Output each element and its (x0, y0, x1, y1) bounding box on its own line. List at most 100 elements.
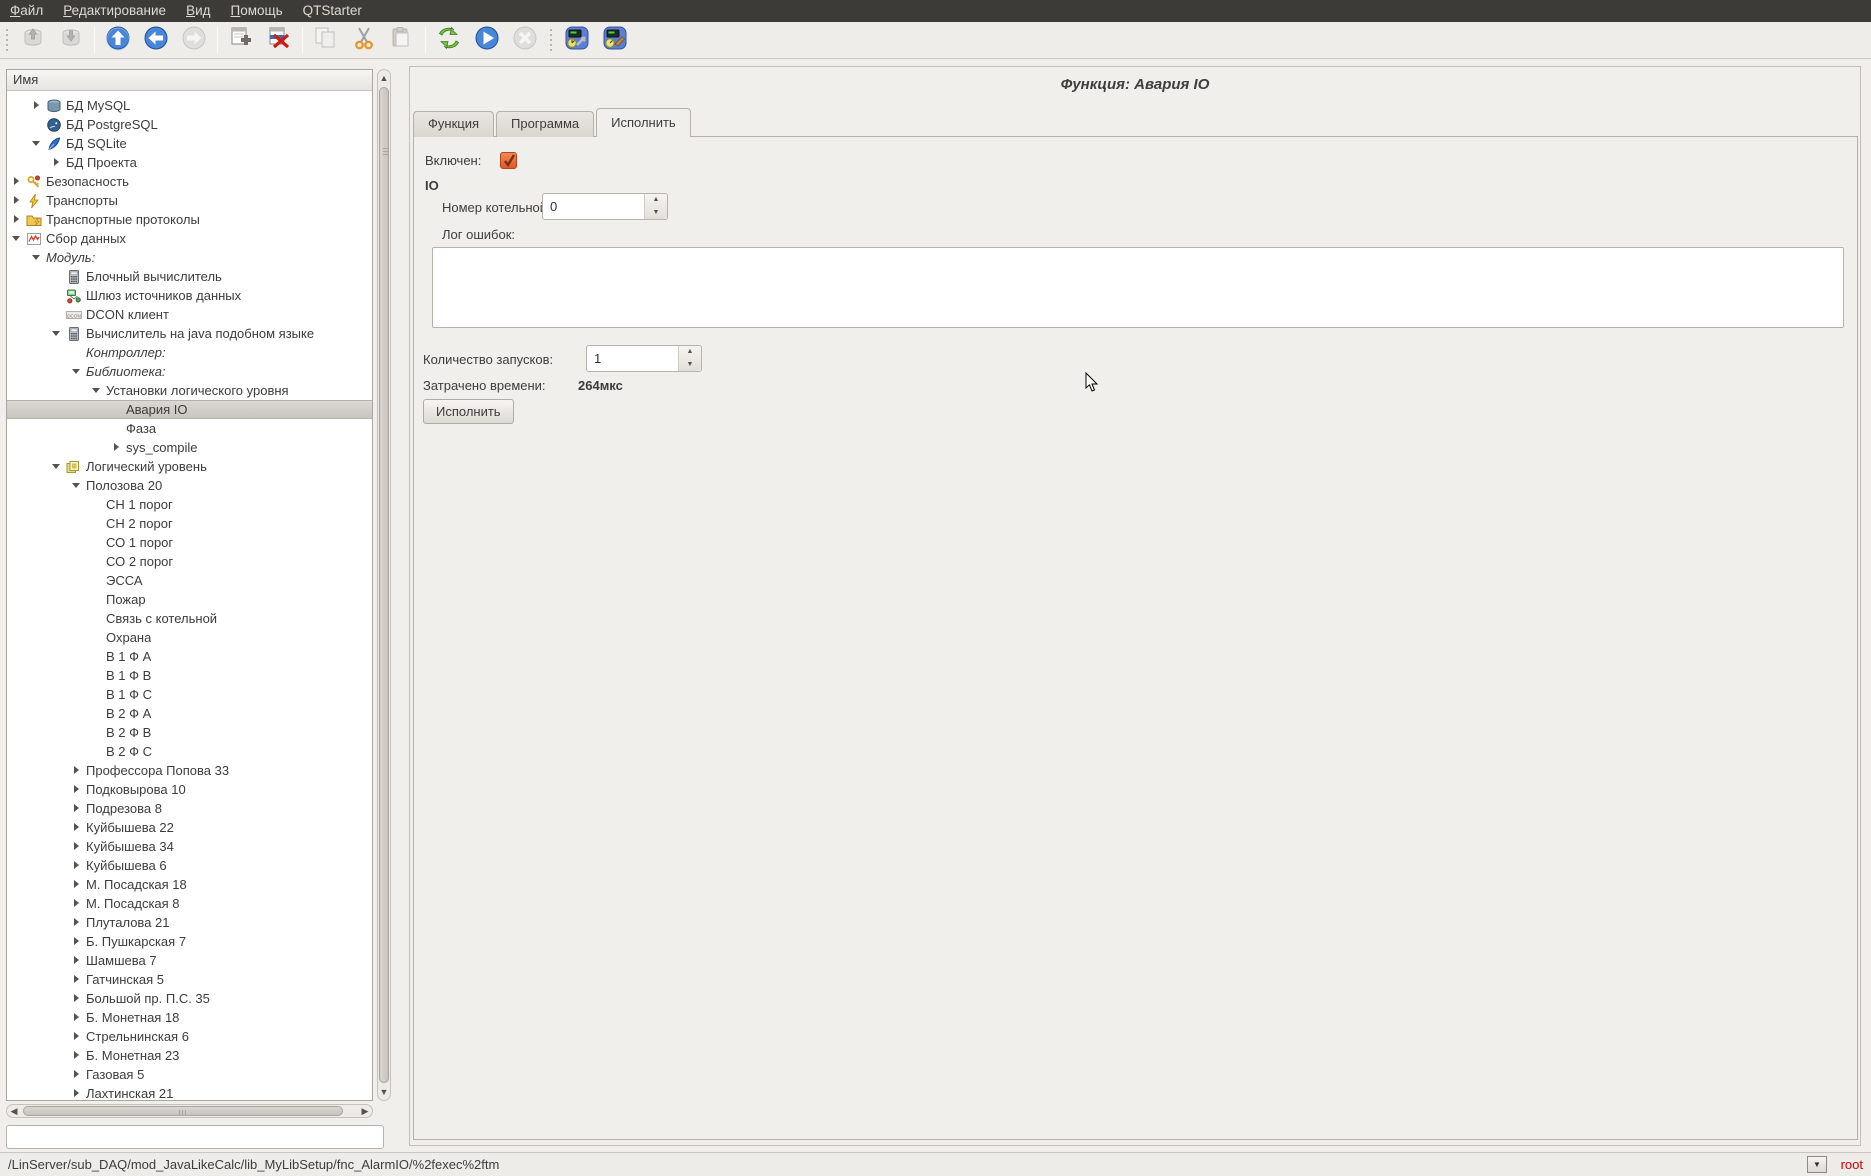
tree-item[interactable]: Профессора Попова 33 (7, 761, 372, 780)
expand-icon[interactable] (71, 761, 86, 780)
tree-item[interactable]: В 1 Ф С (7, 685, 372, 704)
tree-item[interactable]: Б. Пушкарская 7 (7, 932, 372, 951)
start-updating-button[interactable] (472, 25, 502, 55)
expand-icon[interactable] (71, 1084, 86, 1100)
collapse-icon[interactable] (31, 134, 46, 153)
tree-item[interactable]: Шамшева 7 (7, 951, 372, 970)
tree-filter-input[interactable] (6, 1125, 384, 1149)
tree-item[interactable]: В 2 Ф С (7, 742, 372, 761)
tree-item[interactable]: Контроллер: (7, 343, 372, 362)
cut-item-button[interactable] (349, 25, 379, 55)
tree-item[interactable]: Большой пр. П.С. 35 (7, 989, 372, 1008)
expand-icon[interactable] (11, 172, 26, 191)
scroll-right-icon[interactable]: ▶ (358, 1105, 372, 1117)
tree-item[interactable]: М. Посадская 8 (7, 894, 372, 913)
collapse-icon[interactable] (71, 362, 86, 381)
tree-item[interactable]: Гатчинская 5 (7, 970, 372, 989)
expand-icon[interactable] (71, 799, 86, 818)
collapse-icon[interactable] (11, 229, 26, 248)
tree-item[interactable]: Б. Монетная 18 (7, 1008, 372, 1027)
expand-icon[interactable] (51, 153, 66, 172)
tree-item[interactable]: Шлюз источников данных (7, 286, 372, 305)
expand-icon[interactable] (31, 96, 46, 115)
tree-item[interactable]: БД SQLite (7, 134, 372, 153)
tree-item[interactable]: Стрельнинская 6 (7, 1027, 372, 1046)
go-back-button[interactable] (141, 25, 171, 55)
tab-исполнить[interactable]: Исполнить (596, 108, 691, 137)
boiler-number-spinbox[interactable]: 0 ▲ ▼ (542, 193, 668, 220)
expand-icon[interactable] (71, 894, 86, 913)
expand-icon[interactable] (71, 818, 86, 837)
menu-item-2[interactable]: Редактирование (53, 0, 176, 20)
tree-item-selected[interactable]: Авария IO (7, 400, 372, 419)
menu-item-5[interactable]: QTStarter (293, 0, 372, 20)
tree-item[interactable]: В 2 Ф В (7, 723, 372, 742)
user-combo-button[interactable]: ▼ (1807, 1156, 1827, 1173)
expand-icon[interactable] (11, 210, 26, 229)
tree-item[interactable]: Пожар (7, 590, 372, 609)
tree-item[interactable]: В 2 Ф А (7, 704, 372, 723)
tree-item[interactable]: Фаза (7, 419, 372, 438)
menu-item-1[interactable]: Файл (0, 0, 53, 20)
expand-icon[interactable] (71, 780, 86, 799)
run-count-value[interactable]: 1 (587, 346, 678, 371)
tree-item[interactable]: СО 1 порог (7, 533, 372, 552)
add-item-button[interactable] (226, 25, 256, 55)
expand-icon[interactable] (71, 913, 86, 932)
tree-horizontal-scrollbar[interactable]: ◀ ▶ (6, 1104, 373, 1118)
expand-icon[interactable] (71, 1046, 86, 1065)
tree-vertical-scrollbar[interactable]: ▲ ▼ (377, 69, 391, 1101)
tree-item[interactable]: СН 2 порог (7, 514, 372, 533)
expand-icon[interactable] (71, 875, 86, 894)
expand-icon[interactable] (111, 438, 126, 457)
tree-item[interactable]: ЭССА (7, 571, 372, 590)
qtcfg-tool-button[interactable] (562, 25, 592, 55)
tree-item[interactable]: Установки логического уровня (7, 381, 372, 400)
go-up-button[interactable] (103, 25, 133, 55)
tree-item[interactable]: Логический уровень (7, 457, 372, 476)
spin-down-icon[interactable]: ▼ (679, 359, 701, 372)
tree-item[interactable]: Транспортные протоколы (7, 210, 372, 229)
horizontal-scrollbar-thumb[interactable] (23, 1106, 343, 1116)
scroll-down-icon[interactable]: ▼ (378, 1084, 390, 1100)
expand-icon[interactable] (71, 989, 86, 1008)
error-log-textarea[interactable] (432, 247, 1844, 328)
tab-программа[interactable]: Программа (496, 111, 594, 137)
collapse-icon[interactable] (71, 476, 86, 495)
tree-item[interactable]: sys_compile (7, 438, 372, 457)
tree-item[interactable]: Связь с котельной (7, 609, 372, 628)
collapse-icon[interactable] (91, 381, 106, 400)
tree-item[interactable]: СН 1 порог (7, 495, 372, 514)
expand-icon[interactable] (71, 1027, 86, 1046)
tree-item[interactable]: Сбор данных (7, 229, 372, 248)
tree-item[interactable]: Вычислитель на java подобном языке (7, 324, 372, 343)
tree-item[interactable]: Куйбышева 6 (7, 856, 372, 875)
spin-down-icon[interactable]: ▼ (645, 207, 667, 220)
tree-item[interactable]: Б. Монетная 23 (7, 1046, 372, 1065)
tree-item[interactable]: В 1 Ф А (7, 647, 372, 666)
tree-item[interactable]: DCONDCON клиент (7, 305, 372, 324)
enabled-checkbox[interactable] (500, 152, 517, 169)
execute-button[interactable]: Исполнить (423, 399, 514, 424)
vision-tool-button[interactable] (600, 25, 630, 55)
expand-icon[interactable] (71, 932, 86, 951)
tree-item[interactable]: БД MySQL (7, 96, 372, 115)
menu-item-3[interactable]: Вид (176, 0, 220, 20)
tree-item[interactable]: Охрана (7, 628, 372, 647)
spin-up-icon[interactable]: ▲ (645, 194, 667, 207)
tree-item[interactable]: Куйбышева 22 (7, 818, 372, 837)
tree-item[interactable]: Плуталова 21 (7, 913, 372, 932)
vertical-scrollbar-thumb[interactable] (379, 87, 389, 1083)
tree-item[interactable]: Куйбышева 34 (7, 837, 372, 856)
tree-item[interactable]: СО 2 порог (7, 552, 372, 571)
collapse-icon[interactable] (51, 457, 66, 476)
refresh-item-button[interactable] (434, 25, 464, 55)
spin-up-icon[interactable]: ▲ (679, 346, 701, 359)
boiler-number-value[interactable]: 0 (543, 194, 644, 219)
tree-item[interactable]: В 1 Ф В (7, 666, 372, 685)
expand-icon[interactable] (71, 951, 86, 970)
tab-функция[interactable]: Функция (413, 111, 494, 137)
tree-item[interactable]: Транспорты (7, 191, 372, 210)
expand-icon[interactable] (71, 1008, 86, 1027)
tree-item[interactable]: Библиотека: (7, 362, 372, 381)
